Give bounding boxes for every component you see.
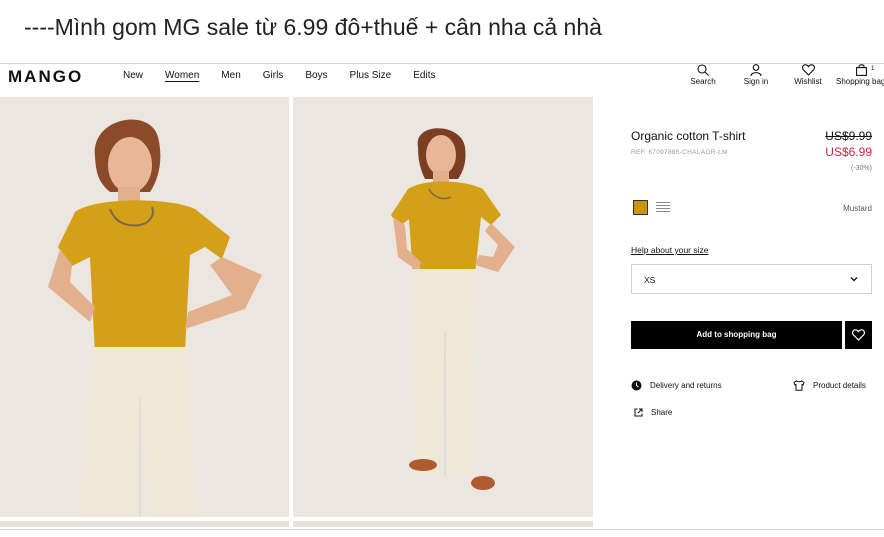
share-icon — [634, 408, 643, 417]
shopping-bag-button[interactable]: 1 Shopping bag — [836, 64, 884, 86]
search-icon — [697, 64, 709, 76]
chevron-down-icon — [850, 277, 858, 282]
size-select[interactable]: XS — [631, 264, 872, 294]
next-photo-strip-right — [293, 521, 593, 527]
heart-icon — [852, 329, 865, 341]
sale-price: US$6.99 — [825, 145, 872, 159]
product-photo-full[interactable] — [293, 97, 593, 517]
nav-edits[interactable]: Edits — [413, 70, 435, 81]
size-help-link[interactable]: Help about your size — [631, 245, 709, 255]
add-to-bag-button[interactable]: Add to shopping bag — [631, 321, 842, 349]
user-icon — [750, 64, 762, 76]
selected-color-name: Mustard — [843, 204, 872, 213]
nav-men[interactable]: Men — [221, 70, 240, 81]
product-photo-front[interactable] — [0, 97, 289, 517]
bag-count: 1 — [871, 66, 875, 72]
nav-girls[interactable]: Girls — [263, 70, 284, 81]
divider-bottom — [0, 529, 884, 530]
post-caption: ----Mình gom MG sale từ 6.99 đô+thuế + c… — [24, 14, 602, 40]
nav-women[interactable]: Women — [165, 70, 199, 81]
clock-icon — [631, 380, 642, 391]
bag-icon — [856, 64, 867, 76]
old-price: US$9.99 — [825, 129, 872, 143]
share-link[interactable]: Share — [634, 408, 672, 417]
product-title: Organic cotton T-shirt — [631, 129, 746, 143]
model-photo-full — [293, 97, 593, 517]
site-header: MANGO New Women Men Girls Boys Plus Size… — [0, 64, 884, 98]
product-reference: REF. 67097885-CHALAOR-LM — [631, 149, 728, 156]
size-select-value: XS — [644, 275, 656, 285]
discount-badge: (-30%) — [850, 165, 872, 172]
search-button[interactable]: Search — [686, 64, 720, 86]
product-details-label: Product details — [813, 381, 866, 390]
tshirt-icon — [793, 380, 805, 391]
nav-new[interactable]: New — [123, 70, 143, 81]
delivery-returns-link[interactable]: Delivery and returns — [631, 380, 722, 391]
delivery-label: Delivery and returns — [650, 381, 722, 390]
mango-logo[interactable]: MANGO — [8, 67, 83, 87]
header-actions: Search Sign in Wishlist 1 Shopping bag — [686, 64, 884, 98]
signin-button[interactable]: Sign in — [738, 64, 774, 86]
heart-icon — [801, 64, 815, 76]
color-swatch-mustard[interactable] — [633, 200, 648, 215]
share-label: Share — [651, 408, 673, 417]
signin-label: Sign in — [743, 77, 769, 86]
next-photo-strip-left — [0, 521, 289, 527]
wishlist-label: Wishlist — [794, 77, 822, 86]
model-photo-front — [0, 97, 289, 517]
wishlist-add-button[interactable] — [845, 321, 872, 349]
product-details-link[interactable]: Product details — [793, 380, 866, 391]
color-swatch-striped[interactable] — [656, 202, 670, 214]
main-nav: New Women Men Girls Boys Plus Size Edits — [123, 70, 457, 81]
nav-boys[interactable]: Boys — [305, 70, 327, 81]
nav-plus-size[interactable]: Plus Size — [350, 70, 392, 81]
wishlist-button[interactable]: Wishlist — [792, 64, 824, 86]
search-label: Search — [690, 77, 716, 86]
bag-label: Shopping bag — [836, 77, 884, 86]
